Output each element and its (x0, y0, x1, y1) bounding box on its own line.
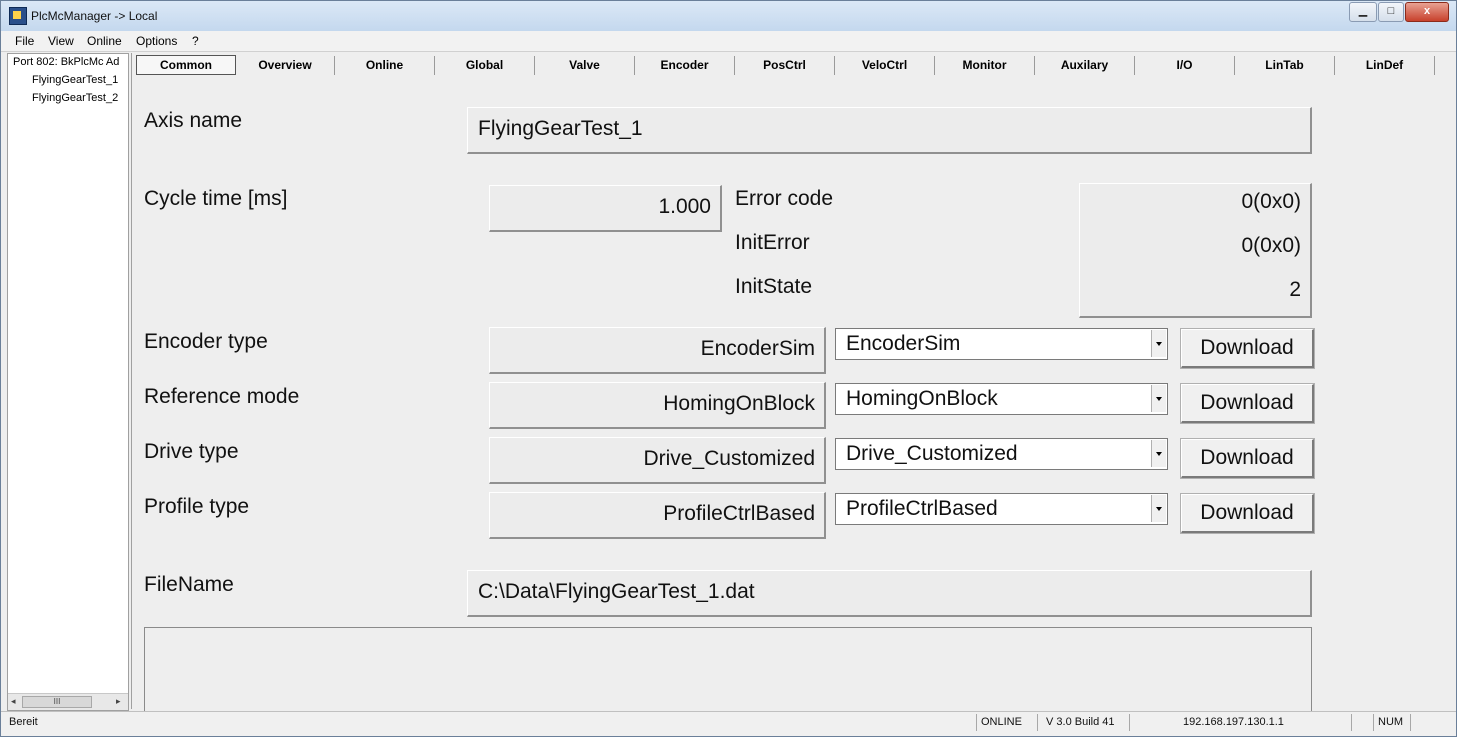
tab-veloctrl[interactable]: VeloCtrl (835, 56, 935, 75)
window-title: PlcMcManager -> Local (31, 9, 158, 23)
drive-download-button[interactable]: Download (1180, 438, 1315, 479)
tab-lintab[interactable]: LinTab (1235, 56, 1335, 75)
common-page: Common Overview Online Global Valve Enco… (131, 53, 1452, 719)
status-values-field: 0(0x0) 0(0x0) 2 (1079, 183, 1312, 318)
axis-tree: Port 802: BkPlcMc Ad FlyingGearTest_1 Fl… (7, 53, 129, 711)
status-mode: ONLINE (981, 716, 1022, 728)
log-panel (144, 627, 1312, 719)
drive-type-selected: Drive_Customized (846, 442, 1018, 465)
menu-bar: File View Online Options ? (1, 31, 1456, 52)
encoder-type-current-value: EncoderSim (700, 337, 815, 360)
reference-download-button[interactable]: Download (1180, 383, 1315, 424)
scroll-left-icon[interactable]: ◂ (11, 696, 16, 707)
cycle-time-field: 1.000 (489, 185, 722, 232)
menu-online[interactable]: Online (87, 34, 122, 48)
status-divider (1373, 714, 1374, 731)
status-bar: Bereit ONLINE V 3.0 Build 41 192.168.197… (1, 711, 1456, 736)
cycle-time-label: Cycle time [ms] (144, 187, 288, 210)
app-icon (9, 7, 27, 25)
drive-type-label: Drive type (144, 440, 239, 463)
tab-valve[interactable]: Valve (535, 56, 635, 75)
tab-overview[interactable]: Overview (236, 56, 335, 75)
maximize-button[interactable]: □ (1378, 2, 1404, 22)
filename-field: C:\Data\FlyingGearTest_1.dat (467, 570, 1312, 617)
status-divider (1410, 714, 1411, 731)
reference-mode-current: HomingOnBlock (489, 382, 826, 429)
tab-auxilary[interactable]: Auxilary (1035, 56, 1135, 75)
tab-io[interactable]: I/O (1135, 56, 1235, 75)
init-error-label: InitError (735, 231, 810, 254)
encoder-type-selected: EncoderSim (846, 332, 961, 355)
axis-name-label: Axis name (144, 109, 243, 132)
chevron-down-icon[interactable] (1151, 440, 1166, 467)
status-divider (1037, 714, 1038, 731)
reference-mode-selected: HomingOnBlock (846, 387, 998, 410)
application-window: PlcMcManager -> Local ▁ □ x File View On… (0, 0, 1457, 737)
init-state-label: InitState (735, 275, 813, 298)
chevron-down-icon[interactable] (1151, 385, 1166, 412)
tab-monitor[interactable]: Monitor (935, 56, 1035, 75)
reference-mode-select[interactable]: HomingOnBlock (835, 383, 1168, 415)
scroll-thumb[interactable]: III (22, 696, 92, 708)
error-code-label: Error code (735, 187, 834, 210)
menu-file[interactable]: File (15, 34, 34, 48)
tab-common[interactable]: Common (136, 55, 236, 75)
filename-value: C:\Data\FlyingGearTest_1.dat (478, 580, 755, 603)
reference-mode-label: Reference mode (144, 385, 300, 408)
tree-horizontal-scrollbar[interactable]: ◂ III ▸ (8, 693, 128, 710)
tree-item-axis-1[interactable]: FlyingGearTest_1 (32, 74, 118, 86)
drive-type-current: Drive_Customized (489, 437, 826, 484)
filename-label: FileName (144, 573, 234, 596)
status-divider (1129, 714, 1130, 731)
axis-name-value: FlyingGearTest_1 (478, 117, 643, 140)
tree-item-port[interactable]: Port 802: BkPlcMc Ad (13, 56, 119, 68)
profile-type-current: ProfileCtrlBased (489, 492, 826, 539)
profile-download-button[interactable]: Download (1180, 493, 1315, 534)
status-address: 192.168.197.130.1.1 (1183, 716, 1284, 728)
tab-lindef[interactable]: LinDef (1335, 56, 1435, 75)
menu-help[interactable]: ? (192, 34, 199, 48)
encoder-type-select[interactable]: EncoderSim (835, 328, 1168, 360)
drive-type-current-value: Drive_Customized (643, 447, 815, 470)
encoder-download-button[interactable]: Download (1180, 328, 1315, 369)
init-error-value: 0(0x0) (1241, 234, 1301, 257)
status-num-lock: NUM (1378, 716, 1404, 728)
reference-mode-current-value: HomingOnBlock (663, 392, 815, 415)
menu-options[interactable]: Options (136, 34, 177, 48)
menu-view[interactable]: View (48, 34, 74, 48)
status-version: V 3.0 Build 41 (1046, 716, 1115, 728)
status-divider (976, 714, 977, 731)
drive-type-select[interactable]: Drive_Customized (835, 438, 1168, 470)
tree-item-axis-2[interactable]: FlyingGearTest_2 (32, 92, 118, 104)
profile-type-select[interactable]: ProfileCtrlBased (835, 493, 1168, 525)
tab-global[interactable]: Global (435, 56, 535, 75)
status-divider (1351, 714, 1352, 731)
axis-name-field: FlyingGearTest_1 (467, 107, 1312, 154)
chevron-down-icon[interactable] (1151, 330, 1166, 357)
status-text: Bereit (9, 716, 38, 728)
profile-type-current-value: ProfileCtrlBased (663, 502, 815, 525)
profile-type-label: Profile type (144, 495, 250, 518)
tab-posctrl[interactable]: PosCtrl (735, 56, 835, 75)
tab-encoder[interactable]: Encoder (635, 56, 735, 75)
chevron-down-icon[interactable] (1151, 495, 1166, 522)
close-button[interactable]: x (1405, 2, 1449, 22)
encoder-type-current: EncoderSim (489, 327, 826, 374)
init-state-value: 2 (1289, 278, 1301, 301)
cycle-time-value: 1.000 (658, 195, 711, 218)
minimize-button[interactable]: ▁ (1349, 2, 1377, 22)
tab-online[interactable]: Online (335, 56, 435, 75)
scroll-right-icon[interactable]: ▸ (116, 696, 121, 707)
encoder-type-label: Encoder type (144, 330, 268, 353)
error-code-value: 0(0x0) (1241, 190, 1301, 213)
title-bar[interactable]: PlcMcManager -> Local ▁ □ x (1, 1, 1456, 31)
profile-type-selected: ProfileCtrlBased (846, 497, 998, 520)
